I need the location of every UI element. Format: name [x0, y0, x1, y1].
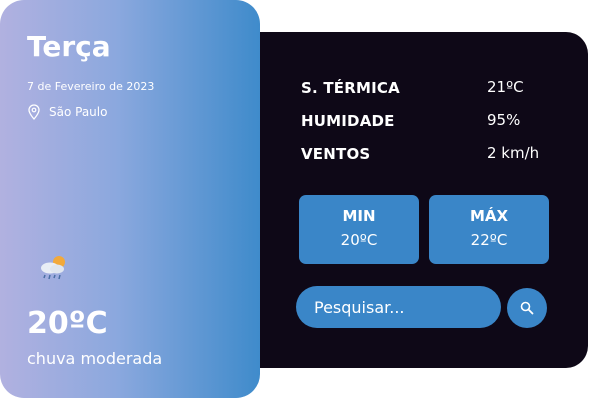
max-value: 22ºC: [470, 231, 508, 249]
min-label: MIN: [342, 207, 376, 225]
stat-value: 2 km/h: [487, 144, 540, 162]
stats-list: S. TÉRMICA 21ºC HUMIDADE 95% VENTOS 2 km…: [301, 76, 551, 175]
max-label: MÁX: [469, 207, 509, 225]
location-name: São Paulo: [49, 105, 108, 119]
weather-card: Terça 7 de Fevereiro de 2023 São Paulo 2…: [0, 0, 260, 398]
current-temperature: 20ºC: [27, 306, 108, 341]
stat-label: VENTOS: [301, 145, 371, 163]
day-title: Terça: [27, 30, 111, 63]
location: São Paulo: [27, 104, 107, 120]
weather-description: chuva moderada: [27, 349, 163, 368]
stat-row-wind: VENTOS 2 km/h: [301, 142, 551, 175]
search-button[interactable]: [507, 288, 547, 328]
stat-label: HUMIDADE: [301, 112, 395, 130]
min-value: 20ºC: [340, 231, 378, 249]
stat-value: 21ºC: [487, 78, 524, 96]
rain-cloud-icon: [41, 256, 65, 280]
date-text: 7 de Fevereiro de 2023: [27, 80, 155, 93]
min-temp-box: MIN 20ºC: [299, 195, 419, 264]
max-temp-box: MÁX 22ºC: [429, 195, 549, 264]
search-icon: [520, 301, 534, 315]
stat-label: S. TÉRMICA: [301, 79, 400, 97]
stat-row-feels-like: S. TÉRMICA 21ºC: [301, 76, 551, 109]
stat-row-humidity: HUMIDADE 95%: [301, 109, 551, 142]
search-input[interactable]: [296, 286, 501, 328]
stat-value: 95%: [487, 111, 521, 129]
location-pin-icon: [28, 104, 40, 120]
